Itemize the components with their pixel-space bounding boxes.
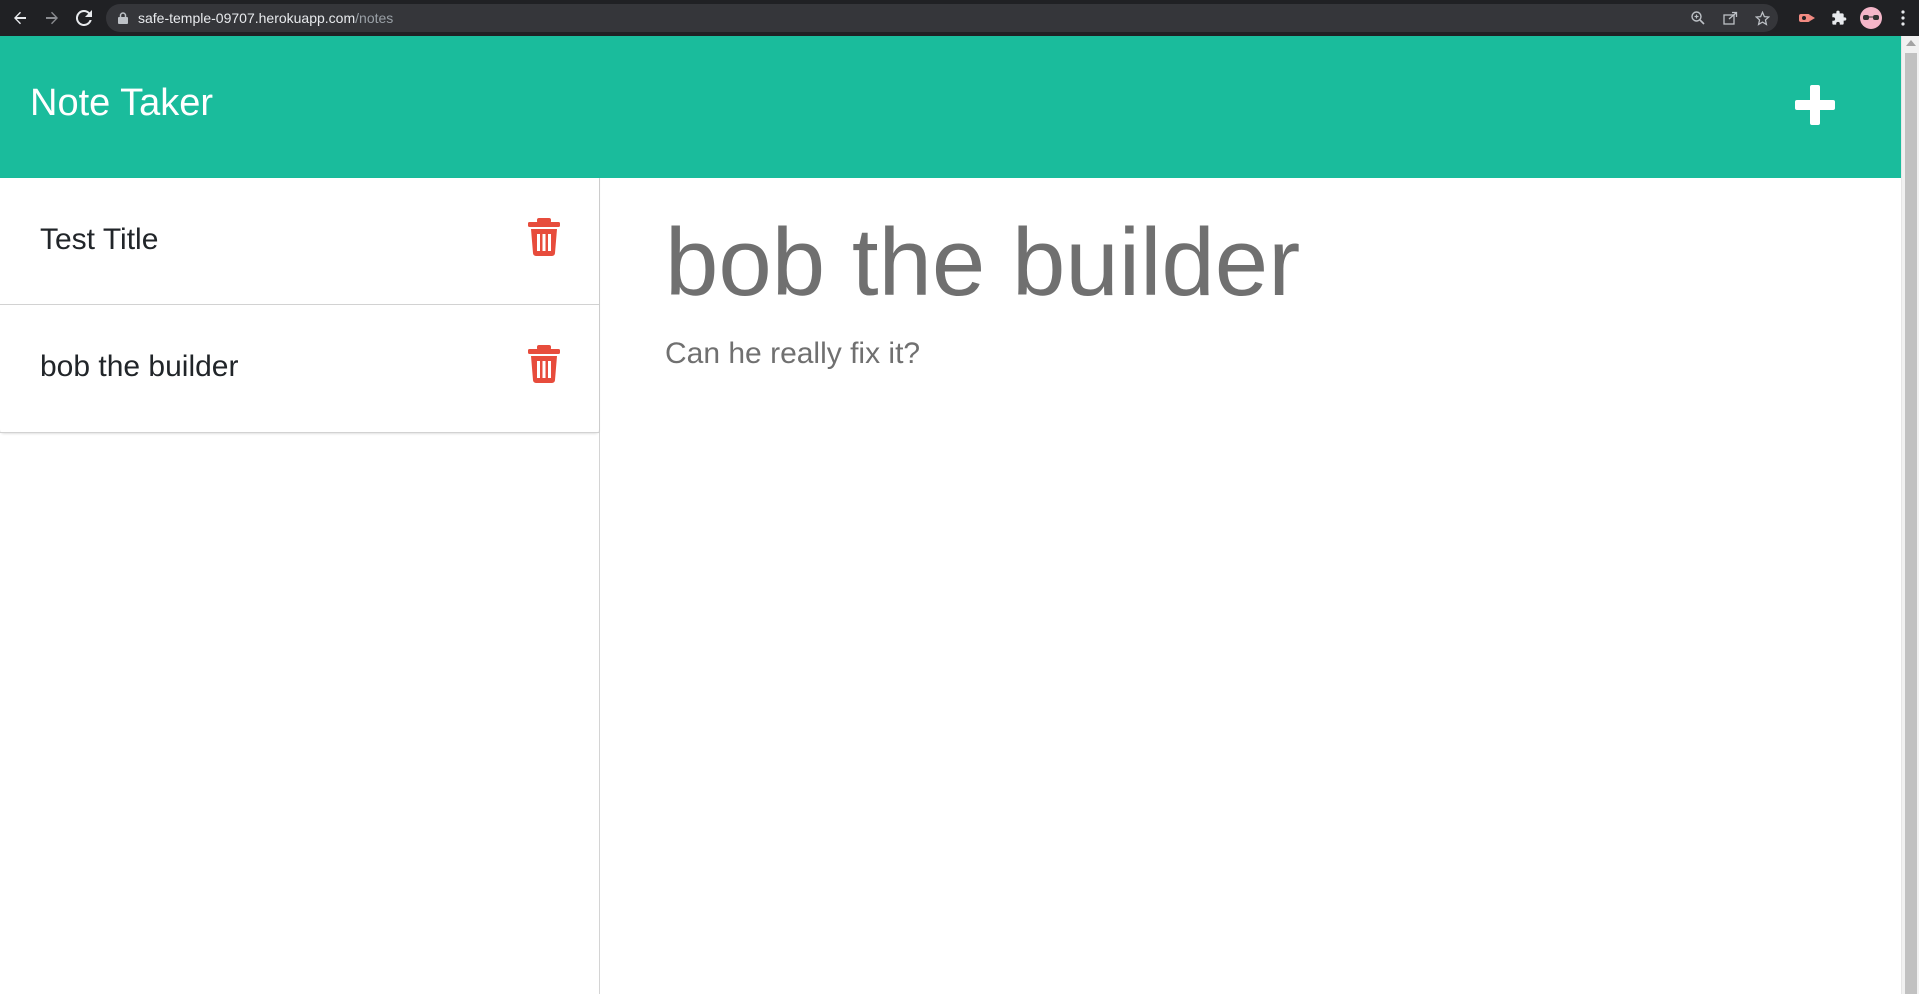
page: Note Taker Test Title bob the builder bo… bbox=[0, 36, 1901, 994]
menu-kebab-icon[interactable] bbox=[1887, 0, 1919, 36]
forward-button[interactable] bbox=[36, 0, 68, 36]
url-host: safe-temple-09707.herokuapp.com bbox=[138, 10, 356, 26]
note-item-test-title[interactable]: Test Title bbox=[0, 178, 599, 305]
star-icon[interactable] bbox=[1746, 4, 1778, 32]
profile-avatar[interactable] bbox=[1855, 0, 1887, 36]
extensions-area bbox=[1791, 0, 1919, 36]
note-title-input[interactable] bbox=[665, 208, 1835, 318]
brand-link[interactable]: Note Taker bbox=[30, 84, 213, 122]
address-bar[interactable]: safe-temple-09707.herokuapp.com/notes bbox=[106, 4, 1778, 32]
extension-icon[interactable] bbox=[1791, 0, 1823, 36]
scrollbar-thumb[interactable] bbox=[1905, 53, 1917, 994]
note-item-bob-the-builder[interactable]: bob the builder bbox=[0, 305, 599, 433]
forward-arrow-icon bbox=[46, 11, 58, 25]
back-arrow-icon bbox=[14, 11, 26, 25]
reload-icon bbox=[76, 10, 92, 26]
trash-icon[interactable] bbox=[528, 218, 560, 256]
page-scrollbar[interactable] bbox=[1901, 36, 1919, 994]
scroll-up-arrow-icon[interactable] bbox=[1906, 40, 1916, 46]
zoom-icon[interactable] bbox=[1682, 4, 1714, 32]
new-note-button[interactable] bbox=[1792, 82, 1838, 128]
browser-toolbar: safe-temple-09707.herokuapp.com/notes bbox=[0, 0, 1919, 36]
reload-button[interactable] bbox=[68, 0, 100, 36]
lock-icon[interactable] bbox=[118, 12, 128, 24]
address-bar-actions bbox=[1682, 4, 1778, 32]
puzzle-icon[interactable] bbox=[1823, 0, 1855, 36]
note-textarea[interactable]: Can he really fix it? bbox=[665, 334, 1835, 934]
share-icon[interactable] bbox=[1714, 4, 1746, 32]
plus-icon bbox=[1795, 85, 1835, 125]
note-list: Test Title bob the builder bbox=[0, 178, 599, 433]
note-title: Test Title bbox=[40, 223, 159, 256]
back-button[interactable] bbox=[4, 0, 36, 36]
notes-sidebar: Test Title bob the builder bbox=[0, 178, 600, 994]
note-editor: Can he really fix it? bbox=[601, 178, 1901, 994]
trash-icon[interactable] bbox=[528, 345, 560, 383]
note-title: bob the builder bbox=[40, 350, 239, 383]
url-path: /notes bbox=[355, 10, 394, 26]
navbar: Note Taker bbox=[0, 36, 1901, 178]
